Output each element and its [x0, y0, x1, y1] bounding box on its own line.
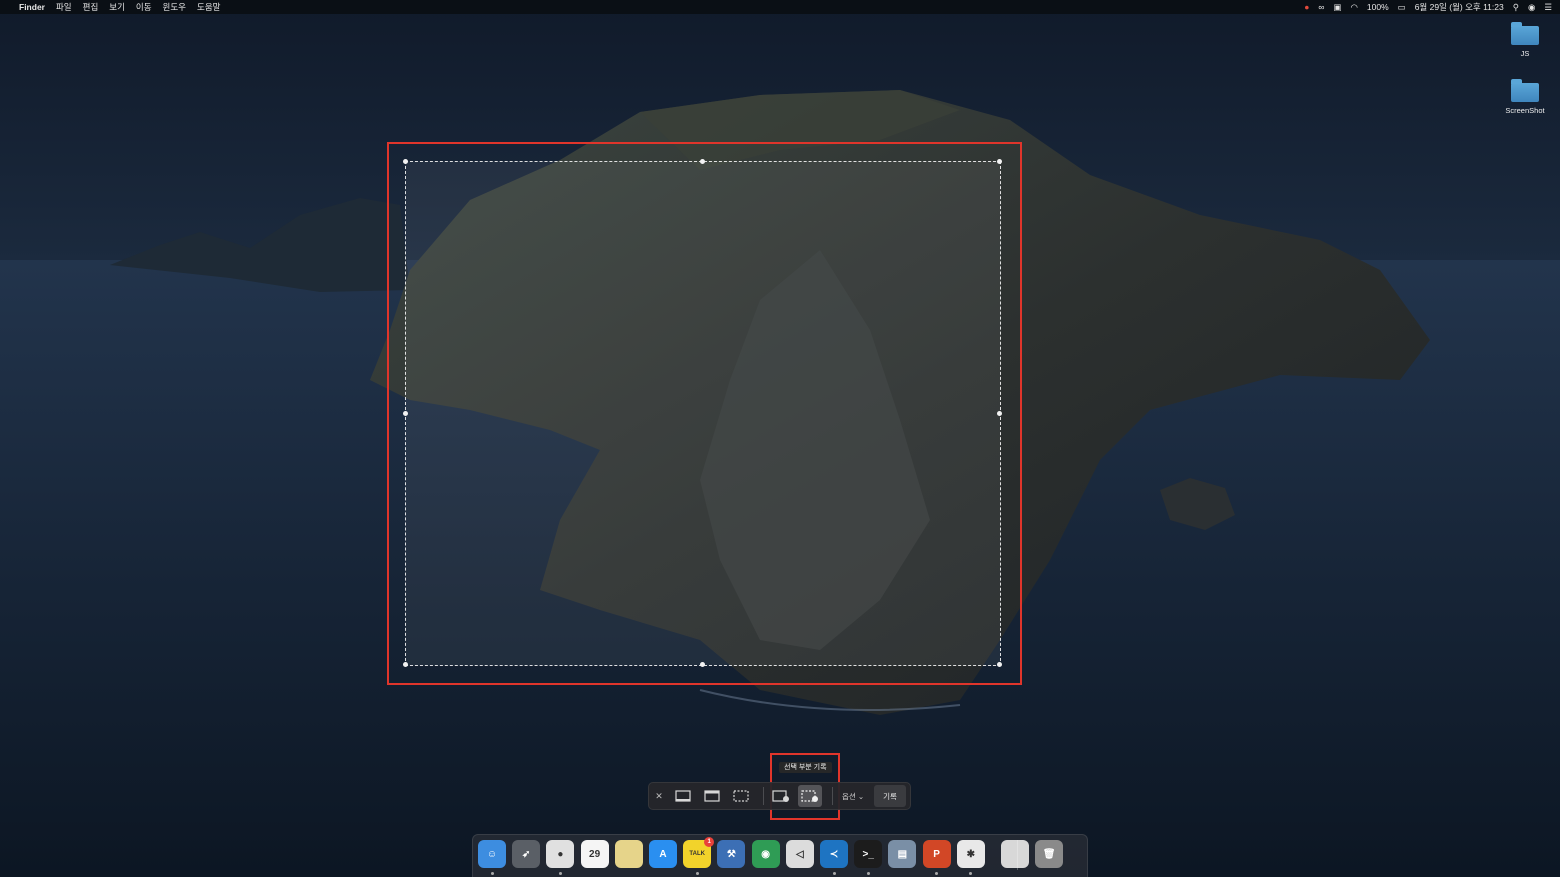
toolbar-divider: [763, 787, 764, 805]
folder-icon: [1511, 79, 1539, 102]
resize-handle-bottom-left[interactable]: [403, 662, 408, 667]
running-indicator: [866, 872, 870, 875]
dock-preview-icon[interactable]: ▤: [888, 840, 917, 868]
menubar-clock[interactable]: 6월 29일 (월) 오후 11:23: [1415, 1, 1504, 13]
status-app-icon[interactable]: ●: [1304, 3, 1309, 12]
dock-notes-icon[interactable]: [614, 840, 643, 868]
trash-glyph: 🗑: [1042, 848, 1056, 860]
dock-chrome-icon[interactable]: ●: [546, 840, 575, 868]
menu-edit[interactable]: 편집: [83, 1, 99, 13]
tooltip: 선택 부분 기록: [779, 762, 832, 773]
menu-app-name[interactable]: Finder: [19, 2, 45, 12]
menu-help[interactable]: 도움말: [197, 1, 220, 13]
record-entire-screen-button[interactable]: [769, 785, 793, 807]
siri-icon[interactable]: ◉: [1528, 3, 1535, 12]
menu-window[interactable]: 윈도우: [163, 1, 186, 13]
glasses-icon[interactable]: ∞: [1318, 3, 1324, 12]
running-indicator: [490, 872, 494, 875]
capture-selection-area[interactable]: [403, 159, 1002, 667]
dock-launchpad-icon[interactable]: ➶: [512, 840, 541, 868]
battery-percent[interactable]: 100%: [1367, 2, 1389, 12]
dock-slack-icon[interactable]: ✱: [956, 840, 985, 868]
dock-finder-icon[interactable]: ☺: [478, 840, 506, 868]
dock-trash-icon[interactable]: 🗑: [1035, 840, 1064, 868]
resize-handle-top-right[interactable]: [997, 159, 1002, 164]
dock-kakaotalk-icon[interactable]: TALK 1: [683, 837, 715, 868]
menu-file[interactable]: 파일: [56, 1, 72, 13]
sourcetree-glyph: ◉: [761, 848, 770, 860]
calendar-glyph: 29: [589, 848, 601, 860]
window-icon: [704, 790, 720, 802]
finder-glyph: ☺: [486, 848, 498, 860]
xcode-glyph: ⚒: [726, 848, 736, 860]
options-label: 옵션: [842, 791, 856, 801]
toolbar-divider: [832, 787, 833, 805]
folder-icon: [1511, 22, 1539, 45]
unity-glyph: ◁: [795, 848, 804, 860]
dock-documents-icon[interactable]: [1001, 840, 1029, 868]
dock-powerpoint-icon[interactable]: P: [922, 840, 951, 868]
dock-app-store-icon[interactable]: A: [649, 840, 677, 868]
kakaotalk-glyph: TALK: [689, 851, 705, 857]
chrome-glyph: ●: [557, 848, 564, 860]
desktop-folder-screenshot[interactable]: ScreenShot: [1495, 79, 1555, 115]
dock-unity-icon[interactable]: ◁: [785, 840, 814, 868]
capture-window-button[interactable]: [700, 785, 724, 807]
slack-glyph: ✱: [966, 848, 975, 860]
menu-bar: Finder 파일 편집 보기 이동 윈도우 도움말 ● ∞ ▣ ◠ 100% …: [0, 0, 1560, 14]
resize-handle-right[interactable]: [997, 410, 1002, 416]
dock-sourcetree-icon[interactable]: ◉: [751, 840, 780, 868]
app-store-glyph: A: [659, 848, 667, 860]
running-indicator: [558, 872, 562, 875]
resize-handle-top-left[interactable]: [403, 159, 408, 164]
wifi-icon[interactable]: ◠: [1350, 3, 1357, 12]
spotlight-search-icon[interactable]: ⚲: [1513, 3, 1519, 12]
screen-menu-icon[interactable]: ▣: [1333, 3, 1341, 12]
notification-center-icon[interactable]: ☰: [1544, 3, 1552, 12]
preview-glyph: ▤: [897, 848, 908, 860]
capture-selection-button[interactable]: [729, 785, 753, 807]
desktop-folder-js[interactable]: JS: [1495, 22, 1555, 58]
dock-divider: [1017, 840, 1018, 870]
dock-terminal-icon[interactable]: >_: [854, 840, 883, 868]
record-button[interactable]: 기록: [874, 785, 906, 807]
resize-handle-bottom[interactable]: [700, 662, 705, 667]
resize-handle-bottom-right[interactable]: [997, 662, 1002, 667]
dock-xcode-icon[interactable]: ⚒: [717, 840, 746, 868]
vscode-glyph: ≺: [829, 848, 839, 860]
resize-handle-left[interactable]: [403, 410, 408, 416]
screen-icon: [675, 790, 691, 802]
running-indicator: [832, 872, 836, 875]
record-selection-icon: [801, 789, 818, 802]
resize-handle-top[interactable]: [700, 159, 705, 164]
dock-calendar-icon[interactable]: 29: [580, 840, 609, 868]
record-selected-portion-button[interactable]: [798, 785, 822, 807]
menu-go[interactable]: 이동: [136, 1, 152, 13]
menu-view[interactable]: 보기: [109, 1, 125, 13]
selection-icon: [733, 790, 749, 802]
launchpad-glyph: ➶: [521, 848, 531, 860]
desktop-folder-label: ScreenShot: [1505, 106, 1545, 115]
options-dropdown[interactable]: 옵션 ⌄: [838, 791, 868, 802]
screenshot-toolbar: ✕ 옵션 ⌄ 기록: [648, 782, 911, 810]
record-screen-icon: [772, 789, 789, 802]
battery-icon[interactable]: ▭: [1398, 3, 1406, 12]
running-indicator: [695, 872, 699, 875]
powerpoint-glyph: P: [933, 848, 940, 860]
desktop-folder-label: JS: [1520, 49, 1530, 58]
terminal-glyph: >_: [862, 848, 874, 860]
capture-entire-screen-button[interactable]: [671, 785, 695, 807]
close-icon[interactable]: ✕: [653, 790, 665, 802]
dock-vscode-icon[interactable]: ≺: [820, 840, 848, 868]
chevron-down-icon: ⌄: [855, 791, 865, 801]
